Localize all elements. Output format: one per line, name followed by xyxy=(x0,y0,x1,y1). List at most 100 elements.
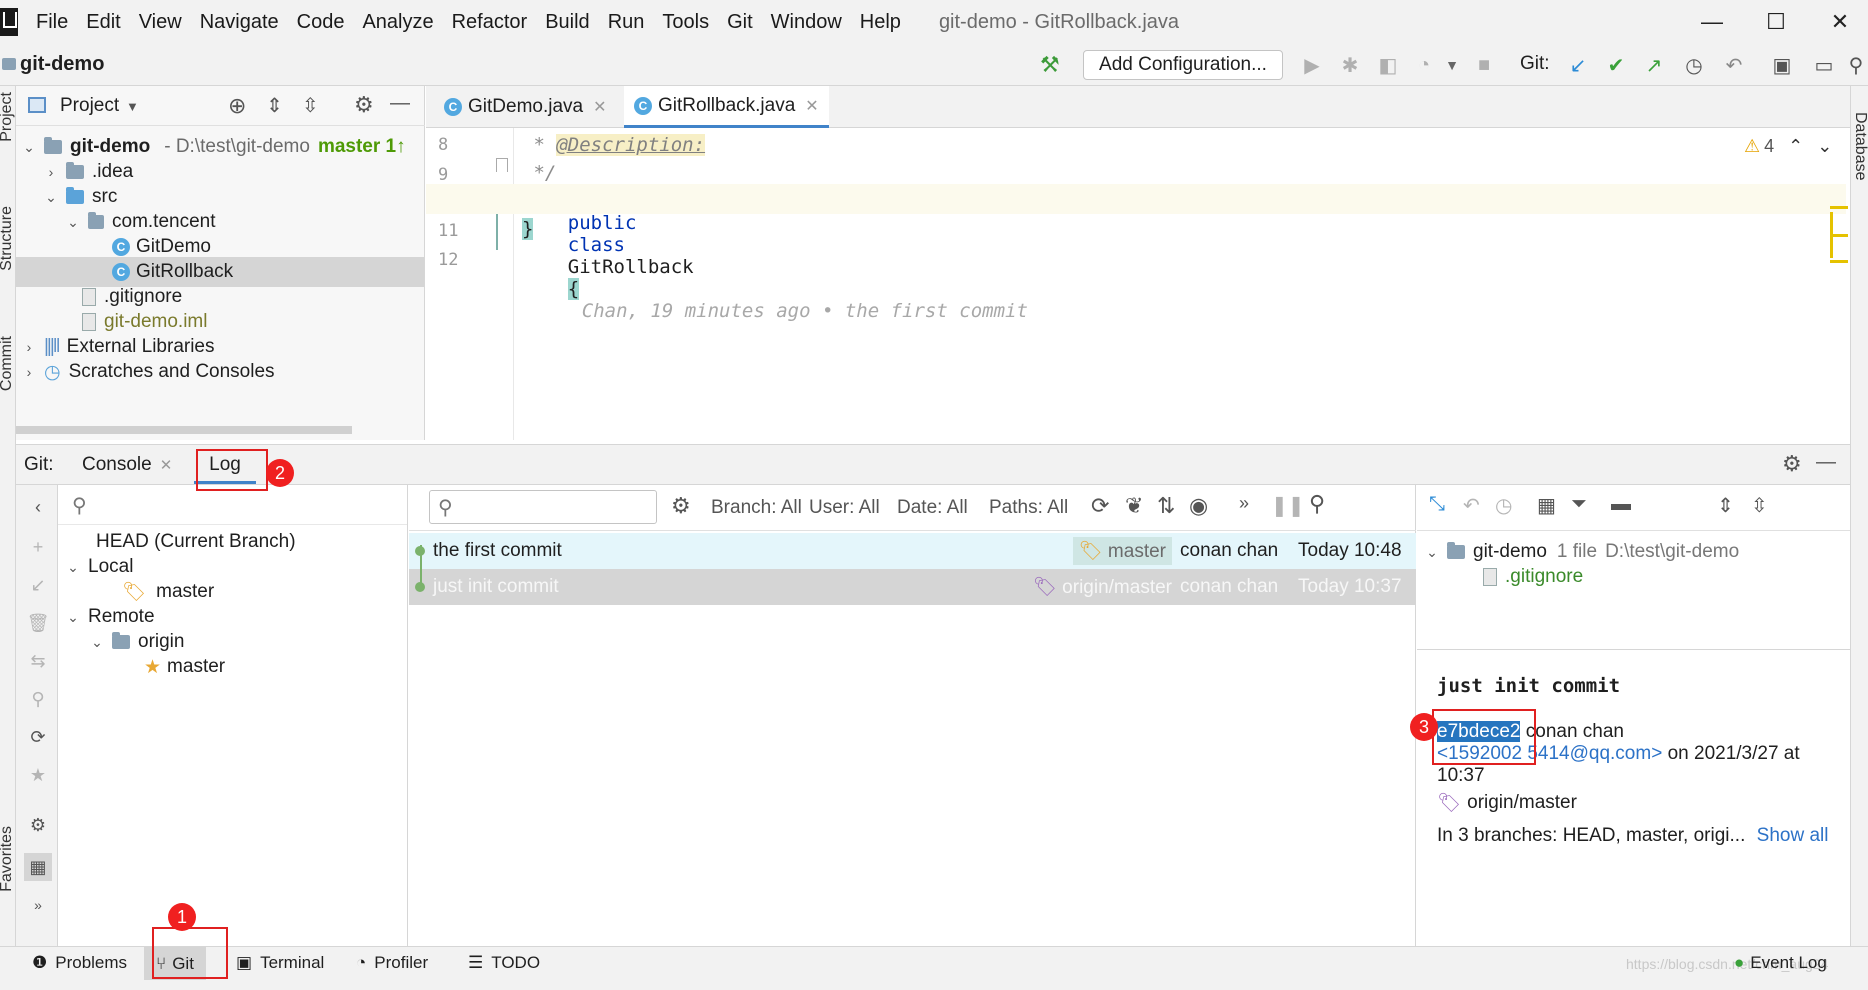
locate-target-icon[interactable]: ⊕ xyxy=(228,93,246,119)
tab-gitdemo-java[interactable]: C GitDemo.java ✕ xyxy=(434,86,617,128)
collapse-left-icon[interactable]: ‹ xyxy=(28,497,48,517)
commit-row[interactable]: just init commit 🏷 origin/master conan c… xyxy=(409,569,1416,605)
add-icon[interactable]: + xyxy=(28,537,48,557)
branch-remote-master[interactable]: ★ master xyxy=(144,652,225,682)
code-line-8[interactable]: * @Description: xyxy=(522,134,706,156)
chevron-down-icon[interactable]: ⌄ xyxy=(1425,544,1439,561)
build-hammer-icon[interactable]: ⚒ xyxy=(1040,52,1060,78)
side-tab-favorites[interactable]: Favorites xyxy=(0,826,16,892)
pause-icon[interactable]: ❚❚ xyxy=(1271,493,1305,518)
menu-file[interactable]: File xyxy=(36,11,68,34)
next-highlight-icon[interactable]: ⌄ xyxy=(1817,136,1832,157)
gear-icon[interactable]: ⚙ xyxy=(1782,451,1802,477)
chevron-right-icon[interactable]: › xyxy=(22,364,36,380)
tab-console[interactable]: Console ✕ xyxy=(82,454,172,476)
close-icon[interactable]: ✕ xyxy=(593,97,606,117)
more-icon[interactable]: » xyxy=(1239,493,1249,514)
chevron-down-icon[interactable]: ⌄ xyxy=(66,214,80,231)
branch-search-input[interactable]: ⚲ xyxy=(58,485,407,525)
code-line-9[interactable]: */ xyxy=(522,162,556,184)
menu-help[interactable]: Help xyxy=(860,11,901,34)
chevron-down-icon[interactable]: ▼ xyxy=(126,99,139,114)
commit-row[interactable]: the first commit 🏷 master conan chan Tod… xyxy=(409,533,1416,569)
menu-tools[interactable]: Tools xyxy=(662,11,709,34)
fold-marker-icon[interactable] xyxy=(496,158,508,172)
debug-icon[interactable]: ✱ xyxy=(1338,53,1362,77)
chevron-right-icon[interactable]: › xyxy=(22,339,36,355)
changed-file[interactable]: .gitignore xyxy=(1483,562,1583,592)
rollback-icon[interactable]: ↶ xyxy=(1722,53,1746,77)
inspection-widget[interactable]: ⚠ 4 ⌃ ⌄ xyxy=(1744,136,1832,157)
update-project-icon[interactable]: ↙ xyxy=(1566,53,1590,77)
gear-icon[interactable]: ⚙ xyxy=(28,815,48,835)
menu-view[interactable]: View xyxy=(139,11,182,34)
revert-icon[interactable]: ↶ xyxy=(1463,493,1480,518)
close-icon[interactable]: ✕ xyxy=(805,96,818,116)
refresh-icon[interactable]: ⟳ xyxy=(1091,493,1109,519)
menu-build[interactable]: Build xyxy=(545,11,589,34)
minimize-button[interactable]: — xyxy=(1684,0,1740,44)
search-everywhere-icon[interactable]: ⚲ xyxy=(1844,53,1868,77)
menu-code[interactable]: Code xyxy=(297,11,345,34)
coverage-icon[interactable]: ◧ xyxy=(1376,53,1400,77)
show-all-link[interactable]: Show all xyxy=(1757,825,1829,846)
chevron-down-icon[interactable]: ⌄ xyxy=(66,609,80,626)
hide-panel-icon[interactable]: — xyxy=(1816,451,1836,474)
menu-refactor[interactable]: Refactor xyxy=(452,11,528,34)
add-configuration-button[interactable]: Add Configuration... xyxy=(1083,50,1283,80)
side-tab-database[interactable]: Database xyxy=(1851,112,1868,181)
chevron-down-icon[interactable]: ⌄ xyxy=(90,634,104,651)
branch-filter[interactable]: Branch: All xyxy=(711,497,802,519)
run-icon[interactable]: ▶ xyxy=(1300,53,1324,77)
search-icon[interactable]: ⚲ xyxy=(1309,491,1325,517)
maximize-button[interactable]: ☐ xyxy=(1748,0,1804,44)
horizontal-scrollbar[interactable] xyxy=(16,426,352,434)
profile-icon[interactable]: ◔ xyxy=(1412,53,1436,77)
hide-panel-icon[interactable]: — xyxy=(390,92,410,115)
more-icon[interactable]: » xyxy=(28,895,48,915)
tree-item-gitrollback[interactable]: C GitRollback xyxy=(16,257,424,287)
error-stripe-mark[interactable] xyxy=(1830,206,1848,209)
user-filter[interactable]: User: All xyxy=(809,497,880,519)
chevron-down-icon[interactable]: ⌄ xyxy=(66,559,80,576)
menu-edit[interactable]: Edit xyxy=(86,11,120,34)
checkout-arrow-icon[interactable]: ↙ xyxy=(28,575,48,595)
star-icon[interactable]: ★ xyxy=(28,765,48,785)
collapse-all-icon[interactable]: ⇳ xyxy=(1751,493,1768,518)
gear-icon[interactable]: ⚙ xyxy=(671,493,691,519)
chevron-right-icon[interactable]: › xyxy=(44,164,58,180)
menu-run[interactable]: Run xyxy=(608,11,645,34)
chevron-down-icon[interactable]: ⌄ xyxy=(44,189,58,206)
project-view-title[interactable]: Project xyxy=(60,95,119,117)
code-line-10[interactable]: public class GitRollback { Chan, 19 minu… xyxy=(522,190,1028,344)
error-stripe-mark[interactable] xyxy=(1830,260,1848,263)
collapse-all-icon[interactable]: ⇳ xyxy=(302,93,319,118)
eye-icon[interactable]: ◉ xyxy=(1189,493,1208,519)
previous-highlight-icon[interactable]: ⌃ xyxy=(1788,136,1803,157)
chevron-down-icon[interactable]: ▼ xyxy=(1440,53,1464,77)
layout-icon[interactable]: ▬ xyxy=(1611,493,1631,516)
profiler-tool-button[interactable]: ◔ Profiler xyxy=(356,953,428,973)
filter-icon[interactable]: ⏷ xyxy=(1571,493,1587,516)
paths-filter[interactable]: Paths: All xyxy=(989,497,1068,519)
history-clock-icon[interactable]: ◷ xyxy=(1682,53,1706,77)
project-structure-icon[interactable]: ▣ xyxy=(1770,53,1794,77)
menu-window[interactable]: Window xyxy=(771,11,842,34)
cherry-pick-icon[interactable]: ❦ xyxy=(1125,493,1143,519)
log-search-input[interactable]: ⚲ xyxy=(429,490,657,524)
event-log-tool-button[interactable]: ● Event Log xyxy=(1734,953,1827,973)
compare-icon[interactable]: ⇆ xyxy=(28,651,48,671)
sort-icon[interactable]: ⇅ xyxy=(1157,493,1175,519)
menu-analyze[interactable]: Analyze xyxy=(362,11,433,34)
expand-all-icon[interactable]: ⇕ xyxy=(1717,493,1734,518)
side-tab-commit[interactable]: Commit xyxy=(0,336,16,391)
terminal-tool-button[interactable]: ▣ Terminal xyxy=(236,953,324,973)
refresh-icon[interactable]: ⟳ xyxy=(28,727,48,747)
gear-icon[interactable]: ⚙ xyxy=(354,92,374,118)
tab-gitrollback-java[interactable]: C GitRollback.java ✕ xyxy=(624,86,829,128)
tree-item-scratches[interactable]: › ◷ Scratches and Consoles xyxy=(22,357,275,387)
project-breadcrumb[interactable]: git-demo xyxy=(20,53,104,76)
delete-icon[interactable]: 🗑 xyxy=(27,613,50,633)
code-line-11[interactable]: } xyxy=(522,218,534,240)
group-by-icon[interactable]: ▦ xyxy=(1537,493,1556,518)
